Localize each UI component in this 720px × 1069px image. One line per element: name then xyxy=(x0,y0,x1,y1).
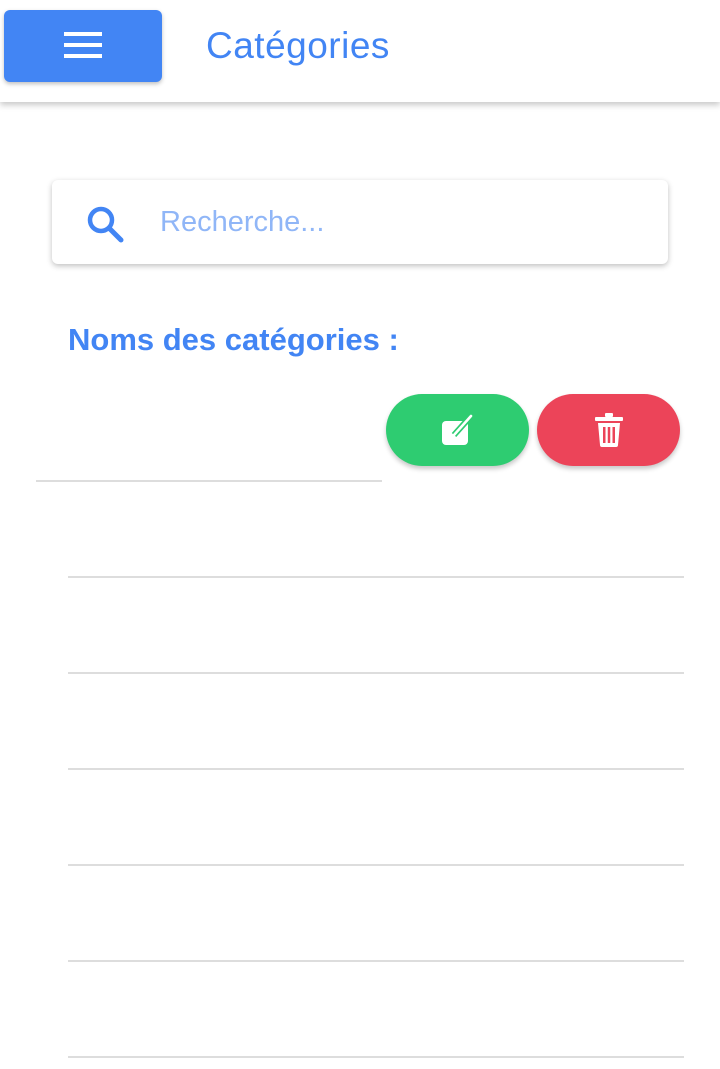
search-input[interactable] xyxy=(160,196,650,248)
edit-button[interactable] xyxy=(386,394,529,466)
row-divider xyxy=(68,768,684,770)
delete-button[interactable] xyxy=(537,394,680,466)
page-title: Catégories xyxy=(206,25,390,66)
trash-icon xyxy=(594,413,623,447)
edit-icon xyxy=(441,413,473,445)
row-divider xyxy=(68,960,684,962)
hamburger-menu-icon xyxy=(64,32,102,58)
search-icon[interactable] xyxy=(86,205,124,243)
row-divider xyxy=(36,480,382,482)
app-header: Catégories xyxy=(0,0,720,102)
row-divider xyxy=(68,864,684,866)
row-divider xyxy=(68,672,684,674)
row-divider xyxy=(68,576,684,578)
section-title: Noms des catégories : xyxy=(68,322,399,357)
row-divider xyxy=(68,1056,684,1058)
menu-button[interactable] xyxy=(4,10,162,82)
